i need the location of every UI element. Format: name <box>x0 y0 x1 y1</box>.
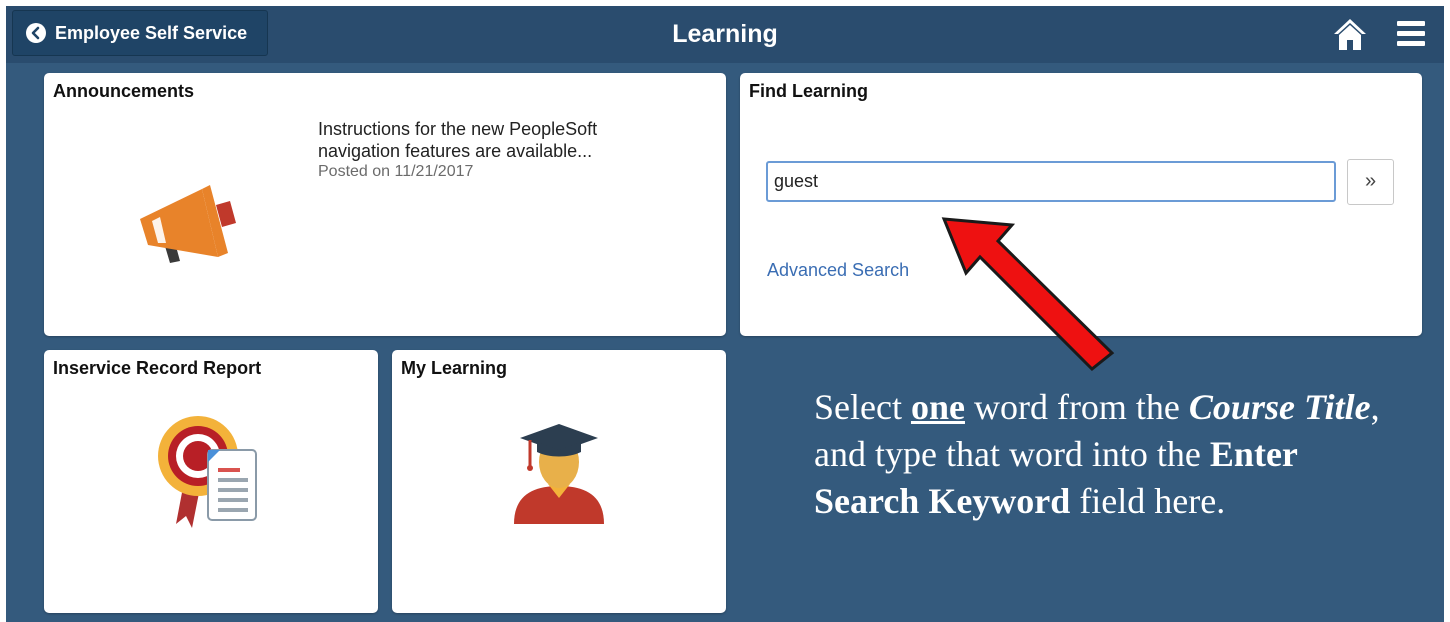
graduate-icon <box>514 424 604 524</box>
red-arrow-icon <box>941 217 1115 371</box>
inservice-record-tile[interactable]: Inservice Record Report <box>44 350 378 613</box>
tile-title: Inservice Record Report <box>53 358 262 378</box>
megaphone-icon <box>140 185 236 263</box>
instruction-part4: field here. <box>1070 481 1226 521</box>
instruction-one: one <box>910 387 965 427</box>
instruction-part2: word from the <box>964 387 1189 427</box>
tile-title: My Learning <box>401 358 508 378</box>
announcement-item[interactable]: Instructions for the new PeopleSoft navi… <box>318 118 678 182</box>
header-bar: Employee Self Service Learning <box>6 6 1444 63</box>
advanced-search-link[interactable]: Advanced Search <box>767 260 909 281</box>
app-frame: Employee Self Service Learning Announcem… <box>6 6 1444 622</box>
hamburger-menu-icon[interactable] <box>1396 18 1426 50</box>
search-keyword-input[interactable] <box>766 161 1336 202</box>
instruction-course-title: Course Title <box>1188 387 1371 427</box>
home-icon[interactable] <box>1332 16 1368 52</box>
chevron-left-icon <box>26 23 46 43</box>
search-go-button[interactable]: » <box>1347 159 1394 205</box>
my-learning-tile[interactable]: My Learning <box>392 350 726 613</box>
back-button[interactable]: Employee Self Service <box>12 10 268 56</box>
instruction-part1: Select <box>814 387 911 427</box>
tile-title: Announcements <box>53 81 195 101</box>
announcement-message: Instructions for the new PeopleSoft navi… <box>318 119 598 161</box>
announcement-date: Posted on 11/21/2017 <box>318 163 474 180</box>
award-ribbon-document-icon <box>158 416 257 528</box>
back-button-label: Employee Self Service <box>55 22 248 43</box>
instruction-text: Select one word from the Course Title, a… <box>814 384 1394 525</box>
announcements-tile[interactable]: Announcements Instructions for the new P… <box>44 73 726 336</box>
tile-title: Find Learning <box>749 81 868 101</box>
